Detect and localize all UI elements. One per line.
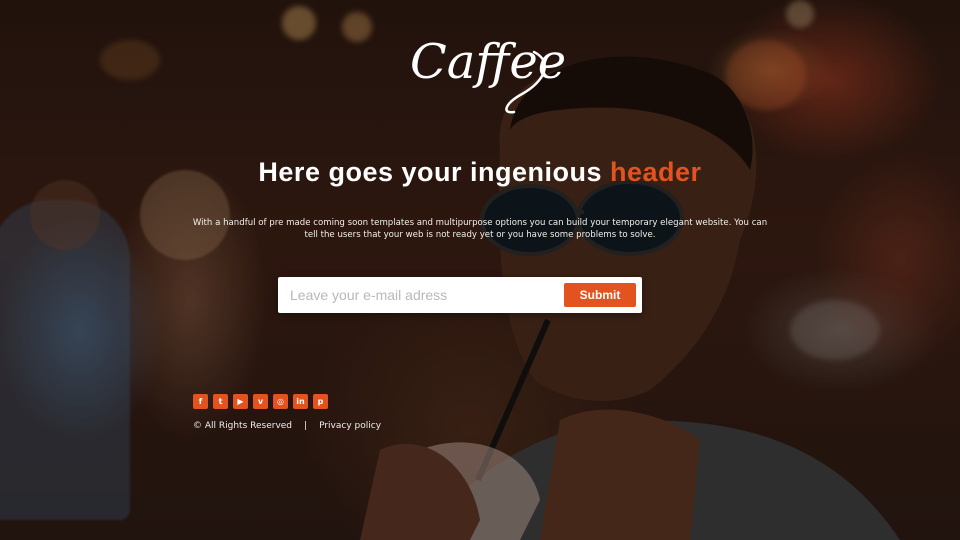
- footer-separator: |: [304, 421, 308, 431]
- pinterest-icon[interactable]: p: [313, 394, 328, 409]
- email-input[interactable]: [278, 277, 564, 313]
- twitter-icon[interactable]: t: [213, 394, 228, 409]
- page-headline: Here goes your ingenious header: [0, 157, 960, 188]
- footer: © All Rights Reserved | Privacy policy: [193, 421, 381, 431]
- copyright-text: © All Rights Reserved: [193, 421, 293, 431]
- svg-text:Caffee: Caffee: [410, 34, 564, 90]
- email-signup-form: Submit: [278, 277, 642, 313]
- headline-accent: header: [610, 157, 702, 187]
- headline-main: Here goes your ingenious: [258, 157, 602, 187]
- vimeo-icon[interactable]: v: [253, 394, 268, 409]
- hero-description: With a handful of pre made coming soon t…: [192, 218, 768, 240]
- privacy-policy-link[interactable]: Privacy policy: [319, 421, 381, 431]
- brand-logo: Caffee: [0, 22, 960, 122]
- linkedin-icon[interactable]: in: [293, 394, 308, 409]
- social-links: f t ▶ v ◎ in p: [193, 394, 328, 409]
- facebook-icon[interactable]: f: [193, 394, 208, 409]
- submit-button[interactable]: Submit: [564, 283, 636, 307]
- caffee-logo-script: Caffee: [410, 34, 564, 114]
- youtube-icon[interactable]: ▶: [233, 394, 248, 409]
- instagram-icon[interactable]: ◎: [273, 394, 288, 409]
